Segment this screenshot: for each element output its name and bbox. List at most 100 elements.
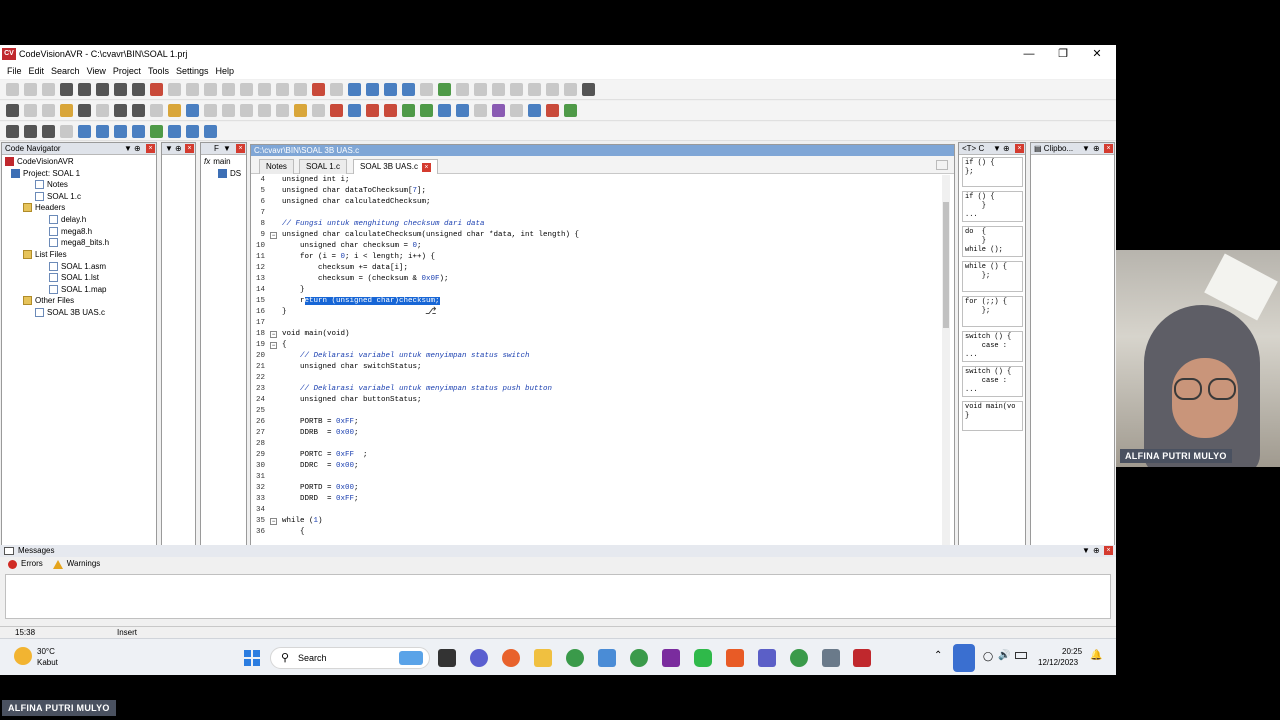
programmer-settings-icon[interactable] — [330, 104, 343, 117]
copy-icon[interactable] — [276, 83, 289, 96]
code-wizard-icon[interactable] — [114, 104, 127, 117]
nav-list-icon[interactable] — [24, 124, 37, 138]
tools-icon[interactable] — [168, 104, 181, 117]
validate-icon[interactable] — [456, 104, 469, 117]
stk500-icon[interactable] — [240, 104, 253, 117]
firefox-icon[interactable] — [502, 649, 520, 667]
template-void-main[interactable]: void main(vo } — [962, 401, 1023, 431]
tree-item-delay-h[interactable]: delay.h — [49, 215, 86, 224]
menu-edit[interactable]: Edit — [29, 66, 45, 76]
lcd-vision-icon[interactable] — [222, 104, 235, 117]
template-panel-toggle-icon[interactable] — [114, 124, 127, 138]
fold-toggle-icon[interactable]: − — [270, 232, 277, 239]
file-explorer-icon[interactable] — [534, 649, 552, 667]
info-icon[interactable] — [186, 104, 199, 117]
paragraph-icon[interactable] — [60, 124, 73, 138]
print-preview-icon[interactable] — [168, 83, 181, 96]
menu-project[interactable]: Project — [113, 66, 141, 76]
code-line[interactable]: 18− void main(void) — [251, 329, 941, 340]
font-editor-icon[interactable] — [276, 104, 289, 117]
tree-item-other-files[interactable]: Other Files — [23, 296, 74, 305]
compile-icon[interactable] — [6, 104, 19, 117]
comment-icon[interactable] — [384, 83, 397, 96]
panel-pin-icon[interactable]: ⊕ — [1003, 144, 1010, 154]
indent-icon[interactable] — [348, 83, 361, 96]
settings-gear-icon[interactable] — [822, 649, 840, 667]
tree-item-mega8-h[interactable]: mega8.h — [49, 227, 92, 236]
cut-icon[interactable] — [258, 83, 271, 96]
tab-soal3b-uas-c[interactable]: SOAL 3B UAS.c × — [353, 159, 438, 174]
terminal-icon[interactable] — [204, 104, 217, 117]
panel-pin-icon[interactable]: ⊕ — [1093, 545, 1100, 557]
taskbar-search-box[interactable]: ⚲ Search — [270, 647, 430, 669]
code-line[interactable]: 19−{ — [251, 340, 941, 351]
template-switch-2[interactable]: switch () { case : ... — [962, 366, 1023, 397]
panel-close-icon[interactable]: × — [146, 144, 155, 153]
tree-item-mega8-bits-h[interactable]: mega8_bits.h — [49, 238, 109, 247]
panel-menu-icon[interactable]: ▼ — [1082, 545, 1090, 557]
code-line[interactable]: 33 DDRD = 0xFF; — [251, 494, 941, 505]
record-macro-icon[interactable] — [510, 83, 523, 96]
code-line[interactable]: 23 // Deklarasi variabel untuk menyimpan… — [251, 384, 941, 395]
tree-item-headers[interactable]: Headers — [23, 203, 65, 212]
reopen-icon[interactable] — [42, 83, 55, 96]
open-file-icon[interactable] — [24, 83, 37, 96]
code-line[interactable]: 21 unsigned char switchStatus; — [251, 362, 941, 373]
print-icon[interactable] — [186, 83, 199, 96]
menu-file[interactable]: File — [7, 66, 22, 76]
tree-item-soal1-c[interactable]: SOAL 1.c — [35, 192, 81, 201]
clear-icon[interactable] — [312, 83, 325, 96]
weather-temperature[interactable]: 30°C — [37, 647, 55, 656]
panel-menu-icon[interactable]: ▼ — [1082, 144, 1090, 154]
notes-icon[interactable] — [294, 104, 307, 117]
code-line[interactable]: 27 DDRB = 0x00; — [251, 428, 941, 439]
save-icon[interactable] — [60, 83, 73, 96]
code-line[interactable]: 6 unsigned char calculatedChecksum; — [251, 197, 941, 208]
tree-item-project[interactable]: Project: SOAL 1 — [11, 169, 80, 178]
zoom-icon[interactable] — [546, 83, 559, 96]
monitor-icon[interactable] — [438, 104, 451, 117]
panel-menu-icon[interactable]: ▼ — [165, 144, 173, 154]
code-line[interactable]: 8 // Fungsi untuk menghitung checksum dar… — [251, 219, 941, 230]
menu-view[interactable]: View — [87, 66, 106, 76]
volume-icon[interactable]: 🔊 — [998, 650, 1010, 661]
tree-item-notes[interactable]: Notes — [35, 180, 68, 189]
chrome-alt-icon[interactable] — [790, 649, 808, 667]
panel-pin-icon[interactable]: ⊕ — [1093, 144, 1100, 154]
fold-toggle-icon[interactable]: − — [270, 518, 277, 525]
scrollbar-thumb[interactable] — [943, 202, 949, 328]
notification-icon[interactable]: 🔔 — [1090, 650, 1102, 661]
undo-icon[interactable] — [222, 83, 235, 96]
code-line[interactable]: 20 // Deklarasi variabel untuk menyimpan… — [251, 351, 941, 362]
code-template-icon[interactable] — [582, 83, 595, 96]
panel-close-icon[interactable]: × — [236, 144, 245, 153]
clipboard-panel-toggle-icon[interactable] — [132, 124, 145, 138]
goto-bookmark-icon[interactable] — [456, 83, 469, 96]
layout-horizontal-icon[interactable] — [168, 124, 181, 138]
code-line[interactable]: 14 } — [251, 285, 941, 296]
update-icon[interactable] — [564, 104, 577, 117]
uncomment-icon[interactable] — [402, 83, 415, 96]
menu-help[interactable]: Help — [215, 66, 234, 76]
layout-vertical-icon[interactable] — [186, 124, 199, 138]
keyboard-icon[interactable] — [564, 83, 577, 96]
tab-notes[interactable]: Notes — [259, 159, 294, 174]
function-item-ds[interactable]: DS — [218, 169, 241, 178]
close-all-icon[interactable] — [132, 83, 145, 96]
template-if[interactable]: if () { }; — [962, 157, 1023, 187]
template-do-while[interactable]: do { } while (); — [962, 226, 1023, 257]
build-all-icon[interactable] — [42, 104, 55, 117]
fold-toggle-icon[interactable]: − — [270, 331, 277, 338]
nav-tree-icon[interactable] — [6, 124, 19, 138]
panel-pin-icon[interactable]: ⊕ — [134, 144, 141, 154]
panel-menu-icon[interactable]: ▼ — [223, 144, 231, 154]
tree-item-root[interactable]: CodeVisionAVR — [5, 157, 74, 166]
nav-files-icon[interactable] — [42, 124, 55, 138]
messages-list[interactable] — [5, 574, 1111, 619]
redo-icon[interactable] — [240, 83, 253, 96]
tree-item-list-files[interactable]: List Files — [23, 250, 67, 259]
tab-warnings[interactable]: Warnings — [67, 557, 101, 571]
code-line[interactable]: 29 PORTC = 0xFF ; — [251, 450, 941, 461]
project-open-icon[interactable] — [60, 104, 73, 117]
web-icon[interactable] — [402, 104, 415, 117]
